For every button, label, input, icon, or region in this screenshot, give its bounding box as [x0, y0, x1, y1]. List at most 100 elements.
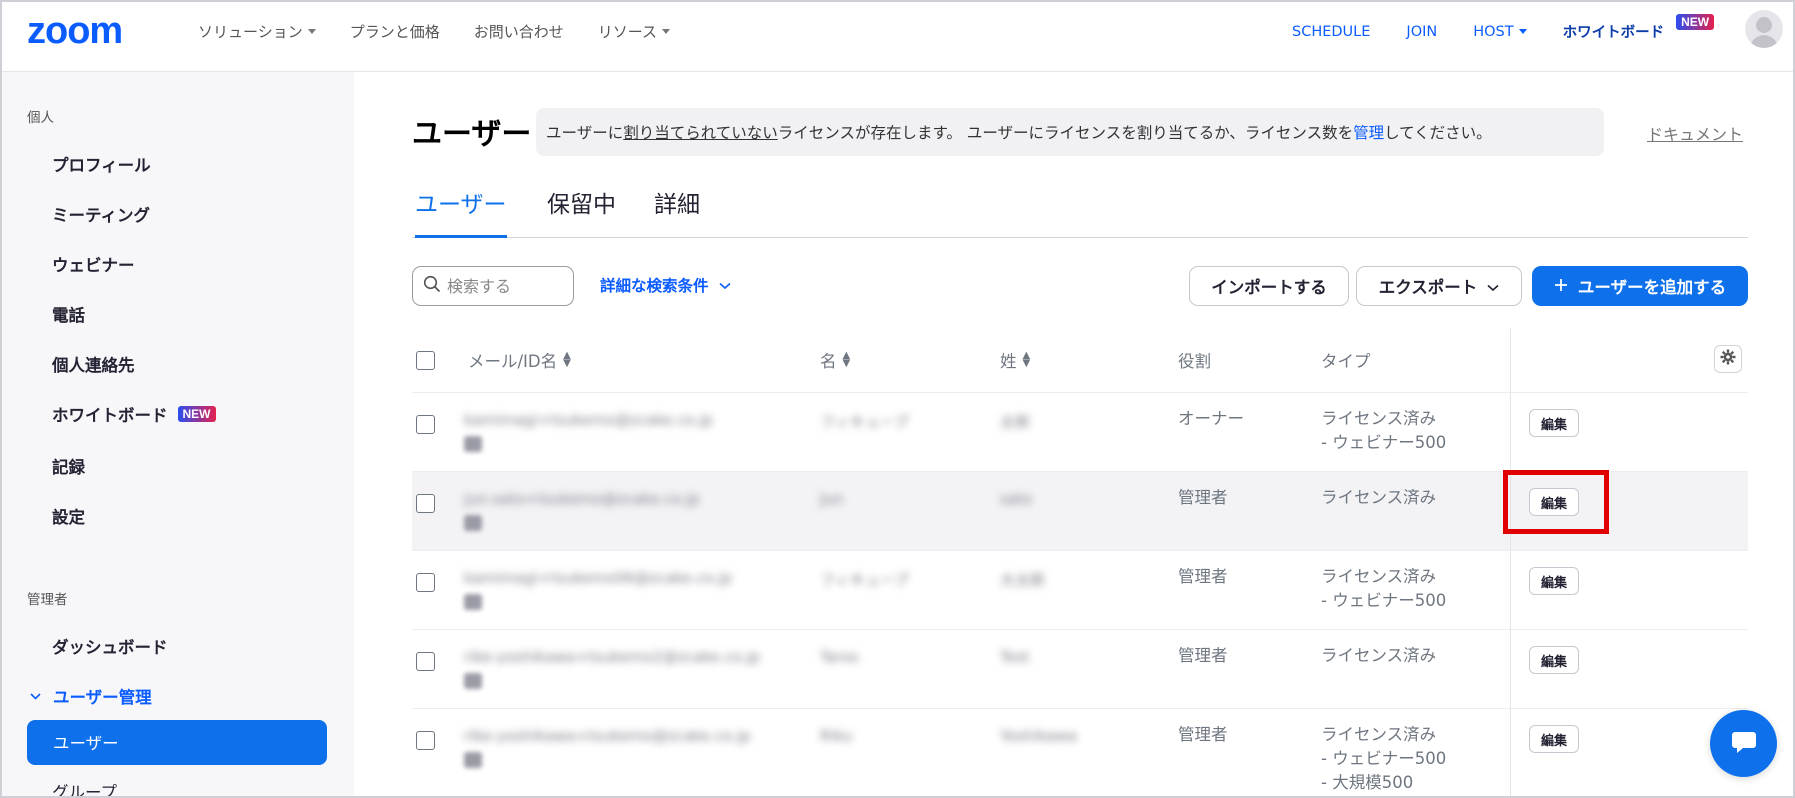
- new-badge: NEW: [177, 406, 216, 422]
- user-last-name: 大太郎: [1000, 571, 1046, 589]
- edit-button[interactable]: 編集: [1529, 567, 1579, 595]
- plus-icon: [1554, 277, 1568, 296]
- table-row: rike-yoshikawa+tsukemo@zcake.co.jp Riku …: [412, 708, 1748, 796]
- sidebar-item-meetings[interactable]: ミーティング: [52, 202, 150, 226]
- user-role: 管理者: [1178, 646, 1228, 665]
- row-checkbox[interactable]: [416, 573, 435, 592]
- tab-users[interactable]: ユーザー: [415, 185, 507, 238]
- column-header-first-name[interactable]: 名 ▲ ▼: [820, 348, 850, 372]
- chevron-down-icon: [1518, 29, 1527, 34]
- table-row: kamimagi+tsukemo06@zcake.co.jp フィキュープ 大太…: [412, 550, 1748, 629]
- user-email: jun-sato+tsukemo@zcake.co.jp: [464, 490, 700, 508]
- nav-schedule[interactable]: SCHEDULE: [1292, 24, 1370, 40]
- sidebar-item-phone[interactable]: 電話: [52, 302, 85, 326]
- tab-bar: ユーザー 保留中 詳細: [412, 185, 1748, 238]
- row-checkbox[interactable]: [416, 652, 435, 671]
- page-title: ユーザー: [412, 117, 532, 152]
- nav-host[interactable]: HOST: [1473, 24, 1527, 40]
- user-first-name: Riku: [820, 727, 853, 745]
- user-role: 管理者: [1178, 567, 1228, 586]
- documentation-link[interactable]: ドキュメント: [1647, 121, 1743, 145]
- manage-link[interactable]: 管理: [1353, 124, 1384, 142]
- secondary-nav: SCHEDULE JOIN HOST ホワイトボード NEW: [1292, 14, 1725, 42]
- sidebar-item-settings[interactable]: 設定: [52, 504, 85, 528]
- user-status-icon: [464, 752, 482, 768]
- sidebar-section-admin: 管理者: [27, 592, 68, 608]
- user-type: ライセンス済み - ウェビナー500: [1321, 567, 1447, 610]
- chevron-down-icon: [718, 276, 731, 294]
- chevron-down-icon: [1487, 277, 1499, 296]
- user-status-icon: [464, 436, 482, 452]
- user-status-icon: [464, 515, 482, 531]
- user-type: ライセンス済み - ウェビナー500: [1321, 409, 1447, 452]
- user-first-name: Jun: [820, 490, 844, 508]
- sort-icon: ▲ ▼: [1022, 350, 1031, 369]
- row-checkbox[interactable]: [416, 415, 435, 434]
- row-checkbox[interactable]: [416, 494, 435, 513]
- tab-pending[interactable]: 保留中: [547, 185, 616, 235]
- column-header-last-name[interactable]: 姓 ▲ ▼: [1000, 348, 1030, 372]
- user-first-name: Taros: [820, 648, 859, 666]
- top-nav: zoom ソリューション プランと価格 お問い合わせ リソース SCHEDULE…: [2, 2, 1793, 72]
- user-last-name: 太郎: [1000, 413, 1031, 431]
- user-role: オーナー: [1178, 409, 1244, 428]
- new-badge: NEW: [1676, 14, 1715, 30]
- table-row: rike-yoshikawa+tsukemo2@zcake.co.jp Taro…: [412, 629, 1748, 708]
- avatar-head-shape: [1756, 17, 1772, 33]
- edit-button[interactable]: 編集: [1529, 725, 1579, 753]
- sidebar-item-webinars[interactable]: ウェビナー: [52, 252, 135, 276]
- nav-whiteboard[interactable]: ホワイトボード NEW: [1563, 14, 1725, 42]
- add-user-button[interactable]: ユーザーを追加する: [1532, 266, 1748, 306]
- nav-pricing[interactable]: プランと価格: [350, 21, 440, 42]
- user-role: 管理者: [1178, 488, 1228, 507]
- search-box[interactable]: [412, 266, 574, 306]
- sidebar-item-user-management[interactable]: ユーザー管理: [30, 684, 152, 708]
- user-email: kamimagi+tsukemo@zcake.co.jp: [464, 411, 713, 429]
- nav-contact[interactable]: お問い合わせ: [474, 21, 564, 42]
- user-first-name: フィキュープ: [820, 413, 909, 431]
- row-checkbox[interactable]: [416, 731, 435, 750]
- sidebar-item-groups[interactable]: グループ: [52, 779, 117, 796]
- sidebar-item-recordings[interactable]: 記録: [52, 454, 85, 478]
- select-all-checkbox[interactable]: [416, 351, 435, 370]
- user-type: ライセンス済み: [1321, 488, 1437, 507]
- table-row: kamimagi+tsukemo@zcake.co.jp フィキュープ 太郎 オ…: [412, 392, 1748, 471]
- sidebar-item-users[interactable]: ユーザー: [27, 720, 327, 765]
- user-role: 管理者: [1178, 725, 1228, 744]
- column-settings-button[interactable]: [1714, 345, 1742, 373]
- search-input[interactable]: [447, 276, 567, 296]
- sort-icon: ▲ ▼: [842, 350, 851, 369]
- export-button[interactable]: エクスポート: [1356, 266, 1522, 306]
- user-last-name: Yoshikawa: [1000, 727, 1077, 745]
- user-status-icon: [464, 673, 482, 689]
- user-status-icon: [464, 594, 482, 610]
- chevron-down-icon: [307, 29, 316, 34]
- nav-solutions[interactable]: ソリューション: [198, 21, 316, 42]
- user-email: rike-yoshikawa+tsukemo@zcake.co.jp: [464, 727, 751, 745]
- user-type: ライセンス済み: [1321, 646, 1437, 665]
- sticky-column-divider: [1510, 328, 1511, 796]
- gear-icon: [1720, 349, 1736, 369]
- user-type: ライセンス済み - ウェビナー500 - 大規模500: [1321, 725, 1447, 792]
- chat-button[interactable]: [1710, 710, 1777, 777]
- avatar[interactable]: [1745, 10, 1783, 48]
- user-email: kamimagi+tsukemo06@zcake.co.jp: [464, 569, 732, 587]
- sidebar-item-contacts[interactable]: 個人連絡先: [52, 352, 135, 376]
- advanced-search-toggle[interactable]: 詳細な検索条件: [600, 274, 731, 296]
- sidebar: 個人 プロフィール ミーティング ウェビナー 電話 個人連絡先 ホワイトボード …: [2, 72, 354, 796]
- sidebar-item-profile[interactable]: プロフィール: [52, 152, 151, 176]
- unassigned-link[interactable]: 割り当てられていない: [623, 124, 778, 142]
- nav-resources[interactable]: リソース: [598, 21, 670, 42]
- sidebar-item-whiteboard[interactable]: ホワイトボード NEW: [52, 402, 216, 426]
- zoom-logo[interactable]: zoom: [27, 10, 123, 53]
- tab-advanced[interactable]: 詳細: [654, 185, 700, 235]
- import-button[interactable]: インポートする: [1189, 266, 1349, 306]
- sidebar-section-personal: 個人: [27, 110, 54, 126]
- app-window: zoom ソリューション プランと価格 お問い合わせ リソース SCHEDULE…: [0, 0, 1795, 798]
- nav-join[interactable]: JOIN: [1406, 24, 1437, 40]
- edit-button[interactable]: 編集: [1529, 409, 1579, 437]
- column-header-email[interactable]: メール/ID名 ▲ ▼: [468, 348, 571, 372]
- edit-button[interactable]: 編集: [1529, 646, 1579, 674]
- license-notice: ユーザーに割り当てられていないライセンスが存在します。 ユーザーにライセンスを割…: [536, 108, 1604, 156]
- sidebar-item-dashboard[interactable]: ダッシュボード: [52, 634, 168, 658]
